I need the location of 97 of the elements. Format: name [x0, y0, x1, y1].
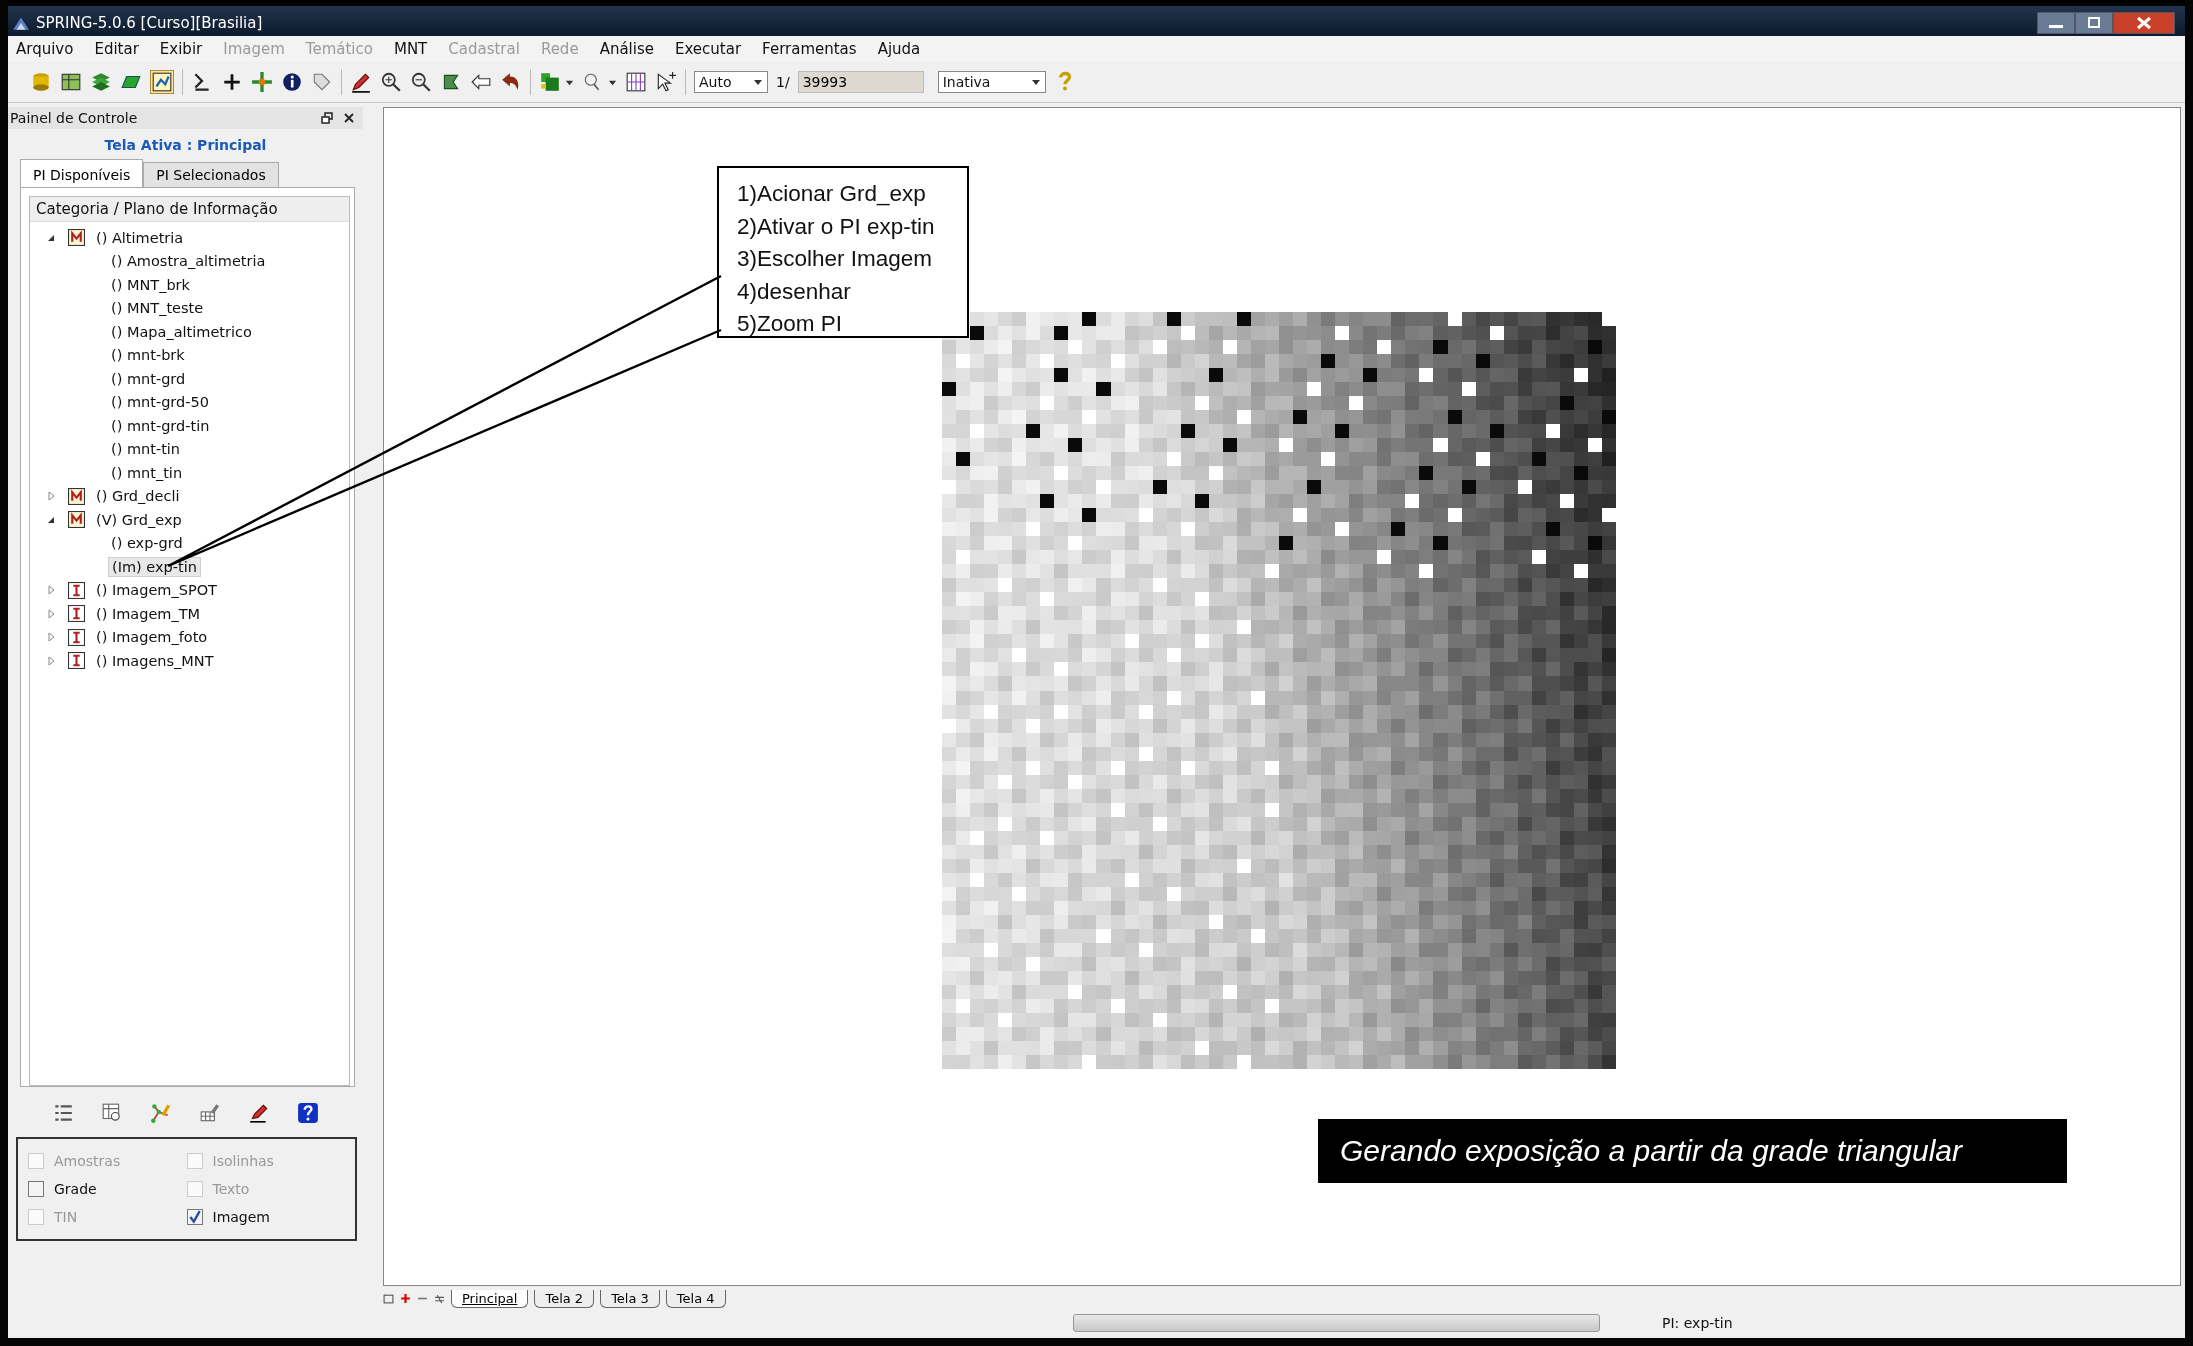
tree-item[interactable]: () exp-grd — [108, 534, 186, 553]
tag-icon[interactable] — [311, 71, 333, 93]
tree-item[interactable]: () mnt-tin — [108, 440, 184, 459]
callout-step: 5)Zoom PI — [737, 308, 967, 341]
tile-icon[interactable] — [434, 1293, 445, 1304]
dropdown-caret-icon — [1030, 77, 1041, 87]
caption-banner: Gerando exposição a partir da grade triangular — [1318, 1119, 2067, 1183]
tree-item[interactable]: () Mapa_altimetrico — [108, 322, 255, 341]
image-category-icon — [68, 581, 85, 599]
pencil-icon[interactable] — [248, 1102, 271, 1124]
tree-item[interactable]: () mnt_tin — [108, 463, 186, 482]
menu-item[interactable]: Ferramentas — [762, 40, 857, 58]
grid-edit-icon[interactable] — [199, 1102, 222, 1124]
screen-tab[interactable]: Tela 3 — [600, 1290, 660, 1308]
move-arrows-icon[interactable] — [251, 71, 273, 93]
terrain-category-icon — [68, 229, 85, 247]
checkbox-label: Grade — [54, 1181, 97, 1197]
add-icon[interactable] — [400, 1293, 411, 1304]
cursor-icon[interactable] — [655, 71, 677, 93]
window-title: SPRING-5.0.6 [Curso][Brasilia] — [36, 14, 263, 32]
checkbox[interactable] — [28, 1181, 44, 1197]
tree-header: Categoria / Plano de Informação — [30, 197, 349, 222]
help-icon[interactable] — [297, 1102, 320, 1124]
vector-edit-icon[interactable] — [149, 1102, 172, 1124]
callout-step: 3)Escolher Imagem — [737, 243, 967, 276]
info-icon[interactable] — [281, 71, 303, 93]
menu-item[interactable]: MNT — [393, 40, 428, 58]
menu-item[interactable]: Editar — [94, 40, 139, 58]
menu-item[interactable]: Exibir — [159, 40, 203, 58]
tree-item[interactable]: () MNT_brk — [108, 275, 193, 294]
close-button[interactable] — [2113, 12, 2175, 34]
minimize-button[interactable] — [2037, 12, 2075, 34]
tree-item[interactable]: () Grd_decli — [93, 487, 183, 506]
image-category-icon — [68, 652, 85, 670]
tree-item[interactable]: () Imagens_MNT — [93, 651, 217, 670]
screen-tab[interactable]: Principal — [451, 1290, 529, 1308]
layers-icon[interactable] — [90, 71, 112, 93]
active-screen-label: Tela Ativa : Principal — [103, 137, 268, 153]
close-panel-icon[interactable] — [343, 112, 355, 124]
table-icon[interactable] — [60, 71, 82, 93]
menu-item[interactable]: Análise — [599, 40, 654, 58]
scale-prefix: 1/ — [776, 74, 790, 90]
callout-step: 4)desenhar — [737, 275, 967, 308]
screen-tab[interactable]: Tela 2 — [534, 1290, 595, 1308]
image-category-icon — [68, 605, 85, 623]
dropdown-caret-icon — [753, 77, 763, 87]
restore-button[interactable] — [2075, 12, 2113, 34]
collapsed-arrow-icon[interactable] — [46, 655, 56, 666]
tree-item[interactable]: (Im) exp-tin — [108, 556, 201, 577]
database-icon[interactable] — [30, 71, 52, 93]
collapsed-arrow-icon[interactable] — [46, 491, 56, 502]
tree-item[interactable]: () mnt-grd-50 — [108, 393, 212, 412]
callout-step: 2)Ativar o PI exp-tin — [737, 210, 967, 243]
screen-tab[interactable]: Tela 4 — [665, 1290, 726, 1308]
terrain-category-icon — [68, 511, 85, 529]
tree-item[interactable]: () Altimetria — [93, 228, 187, 247]
tree-item[interactable]: () Imagem_foto — [93, 628, 211, 647]
scale-mode-dropdown[interactable]: Auto — [694, 71, 768, 93]
checkbox-label: Imagem — [212, 1209, 270, 1225]
terrain-category-icon — [68, 487, 85, 505]
checkbox[interactable] — [186, 1209, 203, 1225]
checkbox-label: Isolinhas — [212, 1153, 274, 1169]
plus-icon[interactable] — [221, 71, 243, 93]
callout-step: 1)Acionar Grd_exp — [737, 178, 967, 211]
tree-item[interactable]: () mnt-brk — [108, 346, 188, 365]
tree-item[interactable]: () MNT_teste — [108, 299, 207, 318]
window-icon[interactable] — [383, 1293, 394, 1304]
panel-tab[interactable]: PI Disponíveis — [20, 159, 144, 187]
panel-title: Painel de Controle — [10, 110, 138, 126]
float-panel-icon[interactable] — [321, 112, 333, 124]
panel-tab[interactable]: PI Selecionados — [143, 162, 279, 187]
scale-field[interactable]: 39993 — [797, 71, 924, 93]
tree-item[interactable]: () mnt-grd — [108, 369, 189, 388]
image-category-icon — [68, 628, 85, 646]
checkbox-label: TIN — [54, 1209, 78, 1225]
zoom-in-icon[interactable] — [380, 71, 402, 93]
collapsed-arrow-icon[interactable] — [46, 608, 56, 619]
checkbox-label: Texto — [212, 1181, 250, 1197]
menu-item[interactable]: Ajuda — [877, 40, 921, 58]
tree-item[interactable]: (V) Grd_exp — [93, 510, 185, 529]
collapsed-arrow-icon[interactable] — [46, 585, 56, 596]
color-palette-icon[interactable] — [539, 71, 561, 93]
checkbox-label: Amostras — [54, 1153, 121, 1169]
chart-frame-icon[interactable] — [150, 70, 174, 94]
pencil-icon[interactable] — [350, 71, 372, 93]
grid-icon[interactable] — [625, 71, 647, 93]
tree-item[interactable]: () Imagem_SPOT — [93, 581, 220, 600]
menu-item[interactable]: Executar — [674, 40, 742, 58]
table-zoom-icon[interactable] — [100, 1102, 123, 1124]
cursor-mode-dropdown[interactable]: Inativa — [937, 71, 1046, 93]
tree-item[interactable]: () mnt-grd-tin — [108, 416, 213, 435]
tree-item[interactable]: () Amostra_altimetria — [108, 252, 269, 271]
status-text: PI: exp-tin — [1662, 1315, 1733, 1331]
tree-item[interactable]: () Imagem_TM — [93, 604, 204, 623]
collapsed-arrow-icon[interactable] — [46, 632, 56, 643]
zoom-out-icon[interactable] — [410, 71, 432, 93]
menu-item[interactable]: Arquivo — [16, 40, 74, 58]
